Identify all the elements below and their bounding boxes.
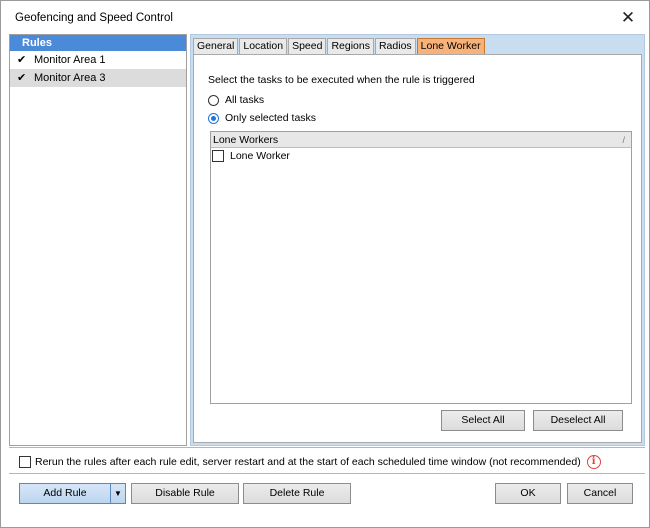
- list-item-label: Lone Worker: [230, 150, 290, 162]
- rule-label: Monitor Area 1: [34, 54, 106, 66]
- list-item[interactable]: Lone Worker: [211, 148, 631, 164]
- sort-icon: /: [622, 135, 625, 145]
- rerun-option[interactable]: Rerun the rules after each rule edit, se…: [19, 455, 601, 469]
- tab-lone-worker[interactable]: Lone Worker: [416, 38, 485, 54]
- info-icon[interactable]: i: [586, 455, 601, 469]
- radio-button[interactable]: [208, 94, 219, 106]
- rerun-label: Rerun the rules after each rule edit, se…: [35, 456, 581, 468]
- select-all-button[interactable]: Select All: [441, 410, 525, 431]
- rules-header: Rules: [10, 35, 186, 51]
- check-icon[interactable]: ✔: [17, 69, 26, 87]
- tab-strip: General Location Speed Regions Radios Lo…: [193, 38, 486, 54]
- tab-speed[interactable]: Speed: [288, 38, 327, 54]
- radio-button-selected[interactable]: [208, 112, 219, 124]
- checkbox[interactable]: [212, 150, 224, 162]
- tab-location[interactable]: Location: [239, 38, 288, 54]
- tab-area: General Location Speed Regions Radios Lo…: [190, 34, 645, 446]
- disable-rule-button[interactable]: Disable Rule: [131, 483, 239, 504]
- chevron-down-icon[interactable]: ▼: [110, 483, 126, 504]
- close-icon[interactable]: ✕: [617, 7, 639, 29]
- rule-item-monitor-area-3[interactable]: ✔ Monitor Area 3: [10, 69, 186, 87]
- column-header-label: Lone Workers: [213, 134, 279, 146]
- ok-button[interactable]: OK: [495, 483, 561, 504]
- title-bar: Geofencing and Speed Control ✕: [1, 1, 649, 33]
- radio-label: Only selected tasks: [225, 112, 317, 124]
- lone-workers-list[interactable]: Lone Workers / Lone Worker: [210, 131, 632, 404]
- radio-label: All tasks: [225, 94, 265, 106]
- check-icon[interactable]: ✔: [17, 51, 26, 69]
- tab-radios[interactable]: Radios: [374, 38, 416, 54]
- rerun-checkbox[interactable]: [19, 456, 31, 468]
- dialog-window: Geofencing and Speed Control ✕ Rules ✔ M…: [0, 0, 650, 528]
- divider: [9, 447, 645, 448]
- tab-general[interactable]: General: [193, 38, 239, 54]
- deselect-all-button[interactable]: Deselect All: [533, 410, 623, 431]
- delete-rule-button[interactable]: Delete Rule: [243, 483, 351, 504]
- rule-label: Monitor Area 3: [34, 72, 106, 84]
- list-column-header[interactable]: Lone Workers /: [211, 132, 631, 148]
- divider: [9, 473, 645, 474]
- add-rule-button[interactable]: Add Rule: [19, 483, 111, 504]
- radio-all-tasks[interactable]: All tasks: [208, 93, 264, 107]
- lone-worker-panel: Select the tasks to be executed when the…: [193, 54, 642, 443]
- tab-regions[interactable]: Regions: [327, 38, 374, 54]
- window-title: Geofencing and Speed Control: [15, 12, 173, 24]
- rule-item-monitor-area-1[interactable]: ✔ Monitor Area 1: [10, 51, 186, 69]
- radio-only-selected-tasks[interactable]: Only selected tasks: [208, 111, 316, 125]
- instruction-text: Select the tasks to be executed when the…: [208, 74, 475, 86]
- cancel-button[interactable]: Cancel: [567, 483, 633, 504]
- rules-panel: Rules ✔ Monitor Area 1 ✔ Monitor Area 3: [9, 34, 187, 446]
